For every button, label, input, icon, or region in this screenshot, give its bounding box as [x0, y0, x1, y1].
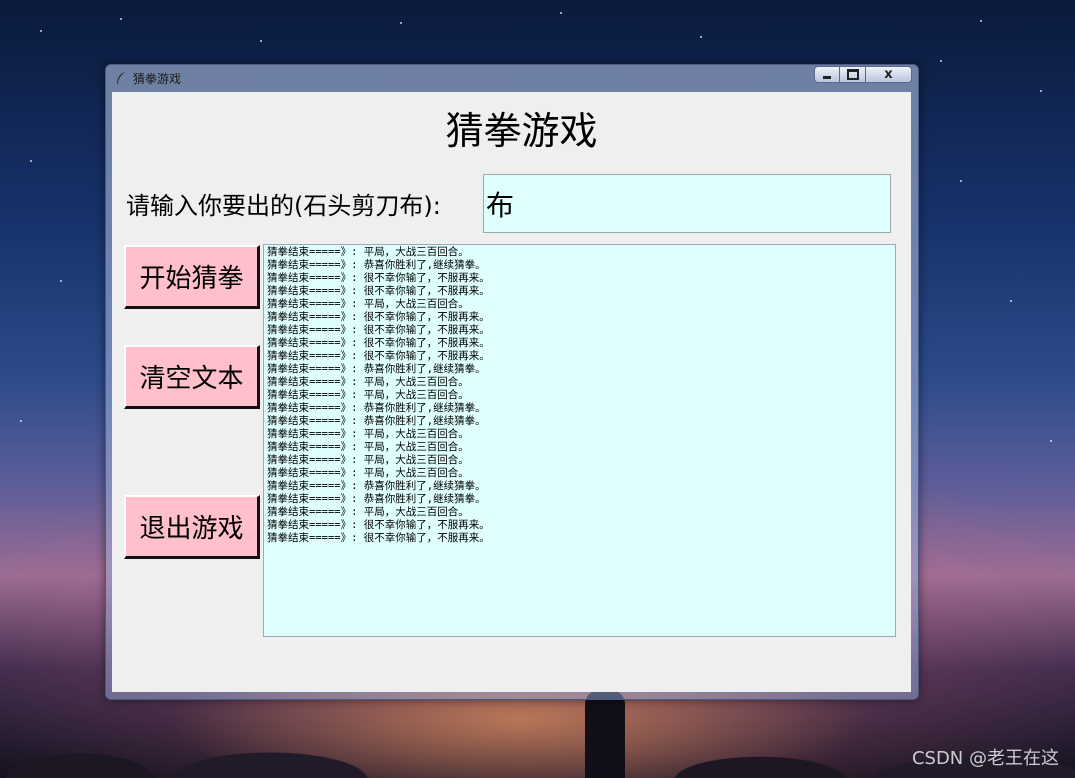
log-line: 猜拳结束=====》: 很不幸你输了，不服再来。 [267, 337, 490, 349]
log-line: 猜拳结束=====》: 平局，大战三百回合。 [267, 389, 469, 401]
watermark: CSDN @老王在这 [911, 748, 1059, 769]
title-bar[interactable]: 猜拳游戏 x [106, 65, 918, 91]
log-line: 猜拳结束=====》: 平局，大战三百回合。 [267, 376, 469, 388]
log-line: 猜拳结束=====》: 平局，大战三百回合。 [267, 441, 469, 453]
page-title: 猜拳游戏 [445, 109, 598, 153]
log-line: 猜拳结束=====》: 恭喜你胜利了,继续猜拳。 [267, 480, 486, 492]
log-line: 猜拳结束=====》: 平局，大战三百回合。 [267, 506, 469, 518]
result-log-textbox[interactable]: 猜拳结束=====》: 平局，大战三百回合。 猜拳结束=====》: 恭喜你胜利了… [263, 244, 896, 637]
log-line: 猜拳结束=====》: 很不幸你输了，不服再来。 [267, 285, 490, 297]
log-line: 猜拳结束=====》: 平局，大战三百回合。 [267, 428, 469, 440]
close-icon: x [884, 67, 893, 82]
log-line: 猜拳结束=====》: 恭喜你胜利了,继续猜拳。 [267, 363, 486, 375]
log-line: 猜拳结束=====》: 恭喜你胜利了,继续猜拳。 [267, 415, 486, 427]
log-line: 猜拳结束=====》: 恭喜你胜利了,继续猜拳。 [267, 402, 486, 414]
feather-icon [115, 71, 127, 85]
log-line: 猜拳结束=====》: 平局，大战三百回合。 [267, 454, 469, 466]
log-line: 猜拳结束=====》: 平局，大战三百回合。 [267, 298, 469, 310]
log-line: 猜拳结束=====》: 恭喜你胜利了,继续猜拳。 [267, 493, 486, 505]
minimize-icon [823, 76, 831, 79]
maximize-button[interactable] [840, 66, 866, 83]
log-line: 猜拳结束=====》: 很不幸你输了，不服再来。 [267, 311, 490, 323]
log-line: 猜拳结束=====》: 很不幸你输了，不服再来。 [267, 532, 490, 544]
clear-text-button[interactable]: 清空文本 [124, 345, 260, 409]
log-line: 猜拳结束=====》: 平局，大战三百回合。 [267, 467, 469, 479]
background-silhouette [585, 690, 625, 778]
quit-button[interactable]: 退出游戏 [124, 495, 260, 559]
start-button[interactable]: 开始猜拳 [124, 245, 260, 309]
maximize-icon [846, 69, 859, 80]
close-button[interactable]: x [866, 66, 912, 83]
log-line: 猜拳结束=====》: 很不幸你输了，不服再来。 [267, 272, 490, 284]
minimize-button[interactable] [814, 66, 840, 83]
log-line: 猜拳结束=====》: 很不幸你输了，不服再来。 [267, 519, 490, 531]
choice-input[interactable] [483, 174, 891, 233]
choice-prompt-label: 请输入你要出的(石头剪刀布): [126, 192, 441, 220]
log-line: 猜拳结束=====》: 平局，大战三百回合。 [267, 246, 469, 258]
window-controls: x [814, 66, 912, 84]
window-title: 猜拳游戏 [133, 72, 182, 86]
app-window: 猜拳游戏 x 猜拳游戏 请输入你要出的(石头剪刀布): 开始猜拳 清空文本 退出… [105, 64, 919, 700]
log-line: 猜拳结束=====》: 恭喜你胜利了,继续猜拳。 [267, 259, 486, 271]
log-line: 猜拳结束=====》: 很不幸你输了，不服再来。 [267, 350, 490, 362]
client-area: 猜拳游戏 请输入你要出的(石头剪刀布): 开始猜拳 清空文本 退出游戏 猜拳结束… [112, 92, 911, 692]
log-line: 猜拳结束=====》: 很不幸你输了，不服再来。 [267, 324, 490, 336]
